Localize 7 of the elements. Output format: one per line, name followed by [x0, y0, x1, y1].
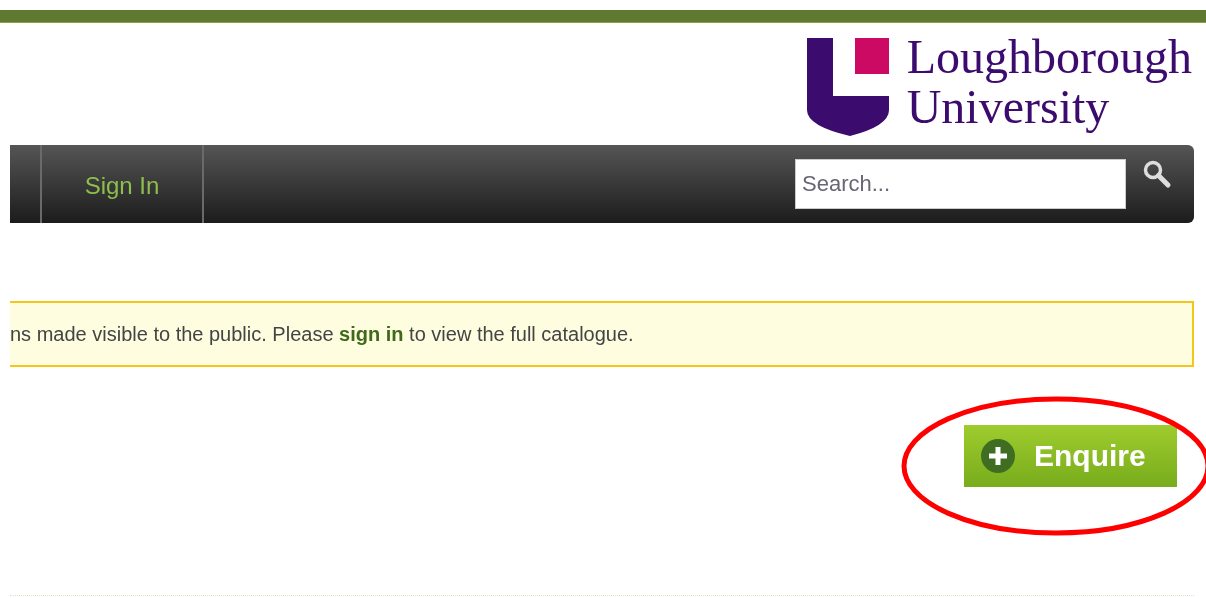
search-field[interactable]: Search... — [795, 159, 1126, 209]
search-icon[interactable] — [1142, 159, 1172, 189]
notice-text: ns made visible to the public. Please sign in to view the full catalogue. — [10, 322, 634, 346]
plus-icon — [980, 438, 1016, 474]
nav-link[interactable]: Sign In — [42, 145, 204, 223]
logo-text: Loughborough — [906, 32, 1192, 82]
logo-text: University — [906, 82, 1110, 132]
